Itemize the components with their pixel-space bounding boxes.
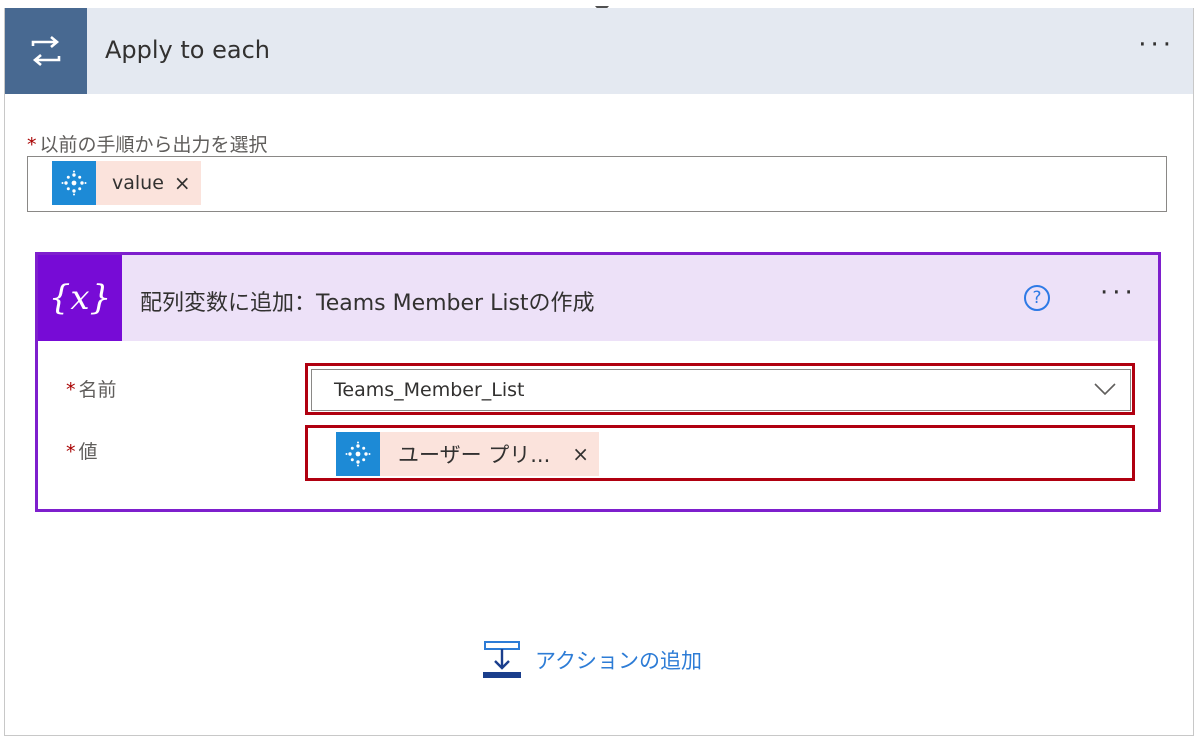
microsoft-graph-icon [52, 161, 96, 205]
value-input-field[interactable]: ユーザー プリ... × [311, 431, 1131, 479]
user-principal-token[interactable]: ユーザー プリ... × [336, 432, 600, 476]
add-action-button[interactable]: アクションの追加 [483, 640, 702, 680]
required-marker: * [27, 134, 37, 156]
help-icon[interactable]: ? [1024, 285, 1050, 311]
value-field-label: * 値 [66, 437, 98, 464]
user-principal-token-label: ユーザー プリ... [398, 443, 551, 467]
select-output-field[interactable]: value × [27, 156, 1167, 212]
action-header[interactable]: {x} 配列変数に追加：Teams Member Listの作成 ? ··· [38, 255, 1158, 341]
required-marker: * [66, 379, 76, 401]
add-action-label: アクションの追加 [535, 649, 702, 673]
action-title: 配列変数に追加：Teams Member Listの作成 [140, 291, 595, 316]
chevron-down-icon[interactable] [1094, 382, 1116, 396]
name-dropdown-value: Teams_Member_List [334, 379, 525, 401]
variable-icon: {x} [38, 255, 122, 341]
select-output-label: * 以前の手順から出力を選択 [27, 130, 268, 157]
value-label-text: 値 [78, 441, 98, 463]
microsoft-graph-icon [336, 432, 380, 476]
remove-token-button[interactable]: × [572, 442, 599, 466]
remove-token-button[interactable]: × [174, 171, 201, 195]
name-field-label: * 名前 [66, 375, 117, 402]
apply-to-each-container: Apply to each ··· * 以前の手順から出力を選択 value ×… [4, 6, 1194, 736]
name-dropdown[interactable]: Teams_Member_List [311, 369, 1131, 411]
apply-to-each-title: Apply to each [105, 36, 270, 64]
value-token[interactable]: value × [52, 161, 201, 205]
append-to-array-action-card: {x} 配列変数に追加：Teams Member Listの作成 ? ··· *… [35, 252, 1161, 512]
loop-icon [5, 8, 87, 94]
value-token-label: value [112, 172, 164, 194]
add-action-icon [483, 641, 521, 678]
required-marker: * [66, 441, 76, 463]
apply-to-each-header[interactable]: Apply to each ··· [5, 8, 1193, 94]
select-output-label-text: 以前の手順から出力を選択 [39, 134, 268, 156]
loop-more-options-button[interactable]: ··· [1138, 32, 1175, 58]
name-label-text: 名前 [78, 379, 117, 401]
action-more-options-button[interactable]: ··· [1100, 280, 1137, 306]
